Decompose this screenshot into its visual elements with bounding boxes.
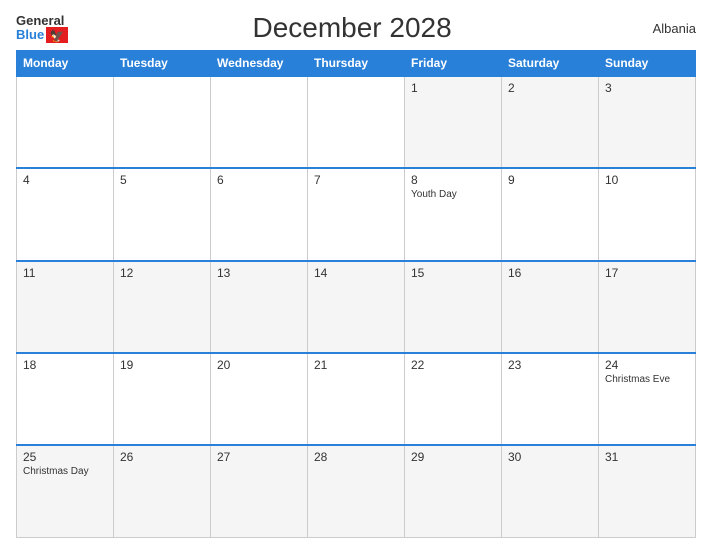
calendar-cell: 25 Christmas Day bbox=[17, 445, 114, 537]
day-number: 8 bbox=[411, 173, 495, 187]
day-number: 18 bbox=[23, 358, 107, 372]
calendar-cell: 7 bbox=[308, 168, 405, 260]
day-number: 29 bbox=[411, 450, 495, 464]
calendar-cell: 20 bbox=[211, 353, 308, 445]
day-number: 17 bbox=[605, 266, 689, 280]
country-label: Albania bbox=[636, 21, 696, 36]
calendar-week-row: 18 19 20 21 22 23 24 Christmas Eve bbox=[17, 353, 696, 445]
calendar-cell: 11 bbox=[17, 261, 114, 353]
calendar-cell: 6 bbox=[211, 168, 308, 260]
calendar-cell: 2 bbox=[502, 76, 599, 168]
col-monday: Monday bbox=[17, 51, 114, 77]
calendar-cell: 13 bbox=[211, 261, 308, 353]
calendar-cell: 9 bbox=[502, 168, 599, 260]
calendar-cell: 29 bbox=[405, 445, 502, 537]
calendar-cell: 30 bbox=[502, 445, 599, 537]
event-label: Christmas Eve bbox=[605, 374, 689, 385]
calendar-page: General Blue 🦅 December 2028 Albania Mon… bbox=[0, 0, 712, 550]
calendar-cell: 14 bbox=[308, 261, 405, 353]
calendar-cell bbox=[17, 76, 114, 168]
calendar-cell: 23 bbox=[502, 353, 599, 445]
calendar-cell: 28 bbox=[308, 445, 405, 537]
calendar-header-row: Monday Tuesday Wednesday Thursday Friday… bbox=[17, 51, 696, 77]
day-number: 12 bbox=[120, 266, 204, 280]
calendar-cell: 24 Christmas Eve bbox=[599, 353, 696, 445]
day-number: 13 bbox=[217, 266, 301, 280]
day-number: 4 bbox=[23, 173, 107, 187]
header: General Blue 🦅 December 2028 Albania bbox=[16, 12, 696, 44]
calendar-cell: 3 bbox=[599, 76, 696, 168]
calendar-cell: 4 bbox=[17, 168, 114, 260]
day-number: 27 bbox=[217, 450, 301, 464]
calendar-cell: 31 bbox=[599, 445, 696, 537]
day-number: 26 bbox=[120, 450, 204, 464]
calendar-cell: 15 bbox=[405, 261, 502, 353]
day-number: 21 bbox=[314, 358, 398, 372]
calendar-cell bbox=[114, 76, 211, 168]
col-wednesday: Wednesday bbox=[211, 51, 308, 77]
day-number: 9 bbox=[508, 173, 592, 187]
calendar-cell: 19 bbox=[114, 353, 211, 445]
col-thursday: Thursday bbox=[308, 51, 405, 77]
day-number: 6 bbox=[217, 173, 301, 187]
logo-general-text: General bbox=[16, 14, 68, 27]
day-number: 5 bbox=[120, 173, 204, 187]
calendar-cell bbox=[211, 76, 308, 168]
day-number: 11 bbox=[23, 266, 107, 280]
col-saturday: Saturday bbox=[502, 51, 599, 77]
event-label: Youth Day bbox=[411, 189, 495, 200]
calendar-week-row: 11 12 13 14 15 16 17 bbox=[17, 261, 696, 353]
calendar-cell: 1 bbox=[405, 76, 502, 168]
calendar-cell: 17 bbox=[599, 261, 696, 353]
day-number: 3 bbox=[605, 81, 689, 95]
day-number: 30 bbox=[508, 450, 592, 464]
calendar-cell: 16 bbox=[502, 261, 599, 353]
day-number: 23 bbox=[508, 358, 592, 372]
col-sunday: Sunday bbox=[599, 51, 696, 77]
logo: General Blue 🦅 bbox=[16, 14, 68, 43]
day-number: 1 bbox=[411, 81, 495, 95]
day-number: 19 bbox=[120, 358, 204, 372]
day-number: 14 bbox=[314, 266, 398, 280]
calendar-cell: 8 Youth Day bbox=[405, 168, 502, 260]
logo-flag-icon: 🦅 bbox=[46, 27, 68, 43]
calendar-table: Monday Tuesday Wednesday Thursday Friday… bbox=[16, 50, 696, 538]
col-tuesday: Tuesday bbox=[114, 51, 211, 77]
day-number: 24 bbox=[605, 358, 689, 372]
day-number: 10 bbox=[605, 173, 689, 187]
day-number: 7 bbox=[314, 173, 398, 187]
calendar-cell: 18 bbox=[17, 353, 114, 445]
calendar-cell: 12 bbox=[114, 261, 211, 353]
day-number: 31 bbox=[605, 450, 689, 464]
day-number: 25 bbox=[23, 450, 107, 464]
day-number: 20 bbox=[217, 358, 301, 372]
svg-text:🦅: 🦅 bbox=[50, 28, 65, 43]
calendar-week-row: 25 Christmas Day 26 27 28 29 30 31 bbox=[17, 445, 696, 537]
calendar-cell: 22 bbox=[405, 353, 502, 445]
calendar-cell: 5 bbox=[114, 168, 211, 260]
calendar-cell: 27 bbox=[211, 445, 308, 537]
day-number: 16 bbox=[508, 266, 592, 280]
calendar-week-row: 45678 Youth Day 9 10 bbox=[17, 168, 696, 260]
calendar-cell: 21 bbox=[308, 353, 405, 445]
day-number: 2 bbox=[508, 81, 592, 95]
col-friday: Friday bbox=[405, 51, 502, 77]
calendar-cell: 26 bbox=[114, 445, 211, 537]
calendar-week-row: 123 bbox=[17, 76, 696, 168]
logo-blue-text: Blue bbox=[16, 28, 44, 41]
day-number: 22 bbox=[411, 358, 495, 372]
event-label: Christmas Day bbox=[23, 466, 107, 477]
calendar-cell bbox=[308, 76, 405, 168]
calendar-title: December 2028 bbox=[252, 12, 451, 44]
calendar-cell: 10 bbox=[599, 168, 696, 260]
day-number: 15 bbox=[411, 266, 495, 280]
day-number: 28 bbox=[314, 450, 398, 464]
